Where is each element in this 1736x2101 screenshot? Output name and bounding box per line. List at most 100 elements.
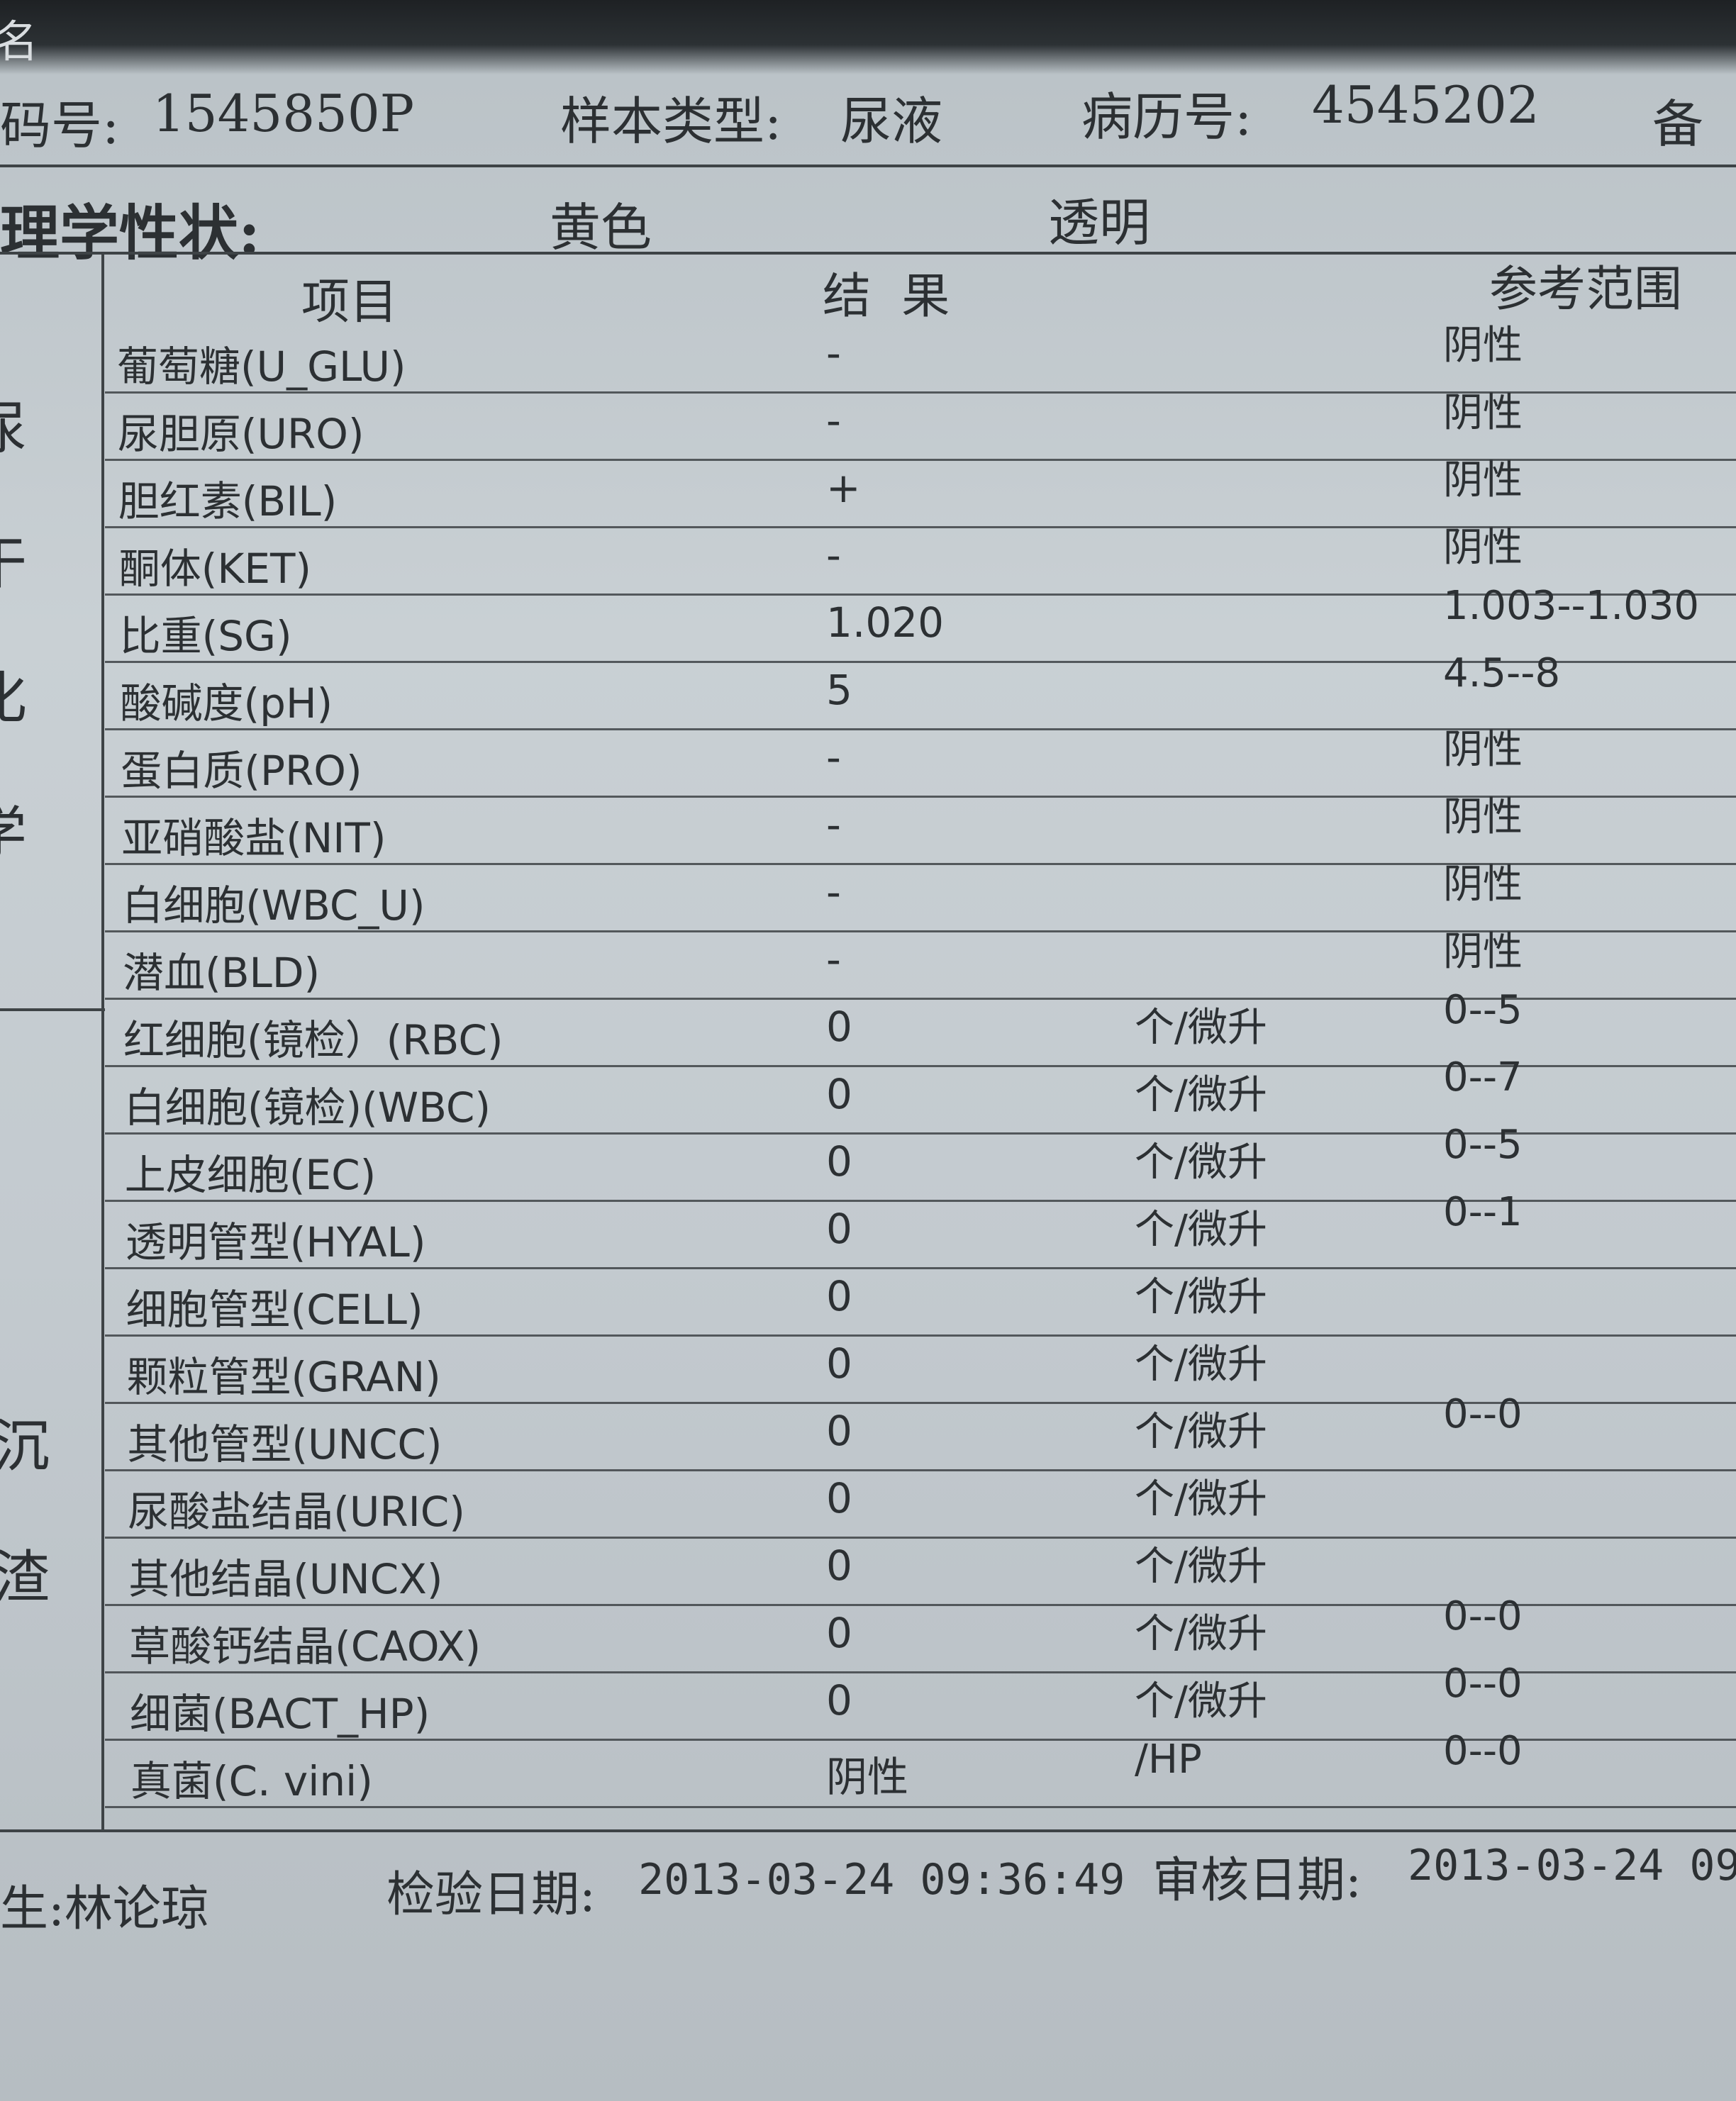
row-item: 上皮细胞(EC) xyxy=(124,1151,377,1199)
row-ref: 阴性 xyxy=(1443,929,1523,975)
top-shadow xyxy=(0,0,1736,74)
row-ref: 0--0 xyxy=(1443,1391,1523,1437)
row-result: + xyxy=(826,464,861,512)
row-result: 0 xyxy=(826,1609,852,1657)
sample-type-value: 尿液 xyxy=(840,91,943,151)
row-ref: 阴性 xyxy=(1443,457,1523,503)
row-unit: 个/微升 xyxy=(1135,1476,1267,1522)
row-unit: 个/微升 xyxy=(1135,1342,1267,1388)
row-item: 酮体(KET) xyxy=(118,545,312,593)
section-sediment-1: 沉 xyxy=(0,1413,50,1479)
row-ref: 0--7 xyxy=(1443,1054,1523,1100)
row-ref: 0--0 xyxy=(1443,1593,1523,1639)
row-item: 白细胞(镜检)(WBC) xyxy=(123,1083,491,1132)
row-ref: 4.5--8 xyxy=(1443,650,1561,696)
row-unit: 个/微升 xyxy=(1135,1139,1267,1186)
row-ref: 阴性 xyxy=(1443,390,1523,436)
physical-color: 黄色 xyxy=(550,198,652,257)
row-item: 颗粒管型(GRAN) xyxy=(126,1353,441,1401)
remark-label: 备 xyxy=(1652,94,1704,154)
row-item: 酸碱度(pH) xyxy=(120,679,333,728)
row-item: 白细胞(WBC_U) xyxy=(122,881,425,930)
col-result-header: 结 果 xyxy=(823,269,950,325)
row-item: 红细胞(镜检）(RBC) xyxy=(123,1016,503,1064)
barcode-label: 码号: xyxy=(0,96,120,155)
row-result: 0 xyxy=(826,1137,852,1186)
row-unit: 个/微升 xyxy=(1135,1274,1267,1320)
row-separator xyxy=(105,1537,1736,1539)
row-result: - xyxy=(826,531,841,579)
row-result: 0 xyxy=(826,1474,852,1522)
row-ref: 阴性 xyxy=(1443,794,1523,840)
row-result: 0 xyxy=(826,1542,852,1590)
row-item: 其他结晶(UNCX) xyxy=(128,1555,443,1603)
row-result: - xyxy=(826,733,841,781)
section-divider xyxy=(0,1008,105,1011)
corner-char: 名 xyxy=(0,16,39,67)
row-item: 胆红素(BIL) xyxy=(118,477,338,525)
section-dry-chem-3: 化 xyxy=(0,652,27,735)
row-result: 0 xyxy=(826,1272,852,1320)
row-ref: 0--1 xyxy=(1443,1189,1523,1235)
row-result: - xyxy=(826,935,841,983)
row-item: 草酸钙结晶(CAOX) xyxy=(129,1622,482,1671)
row-result: 0 xyxy=(826,1003,852,1051)
row-result: 0 xyxy=(826,1407,852,1455)
row-item: 尿胆原(URO) xyxy=(117,410,365,458)
table-left-rule xyxy=(101,252,104,1829)
table-top-rule xyxy=(0,252,1736,255)
row-ref: 0--0 xyxy=(1443,1661,1523,1707)
row-result: - xyxy=(826,801,841,849)
row-ref: 阴性 xyxy=(1443,323,1523,369)
row-result: 5 xyxy=(826,666,852,714)
row-unit: /HP xyxy=(1135,1737,1202,1783)
row-item: 真菌(C. vini) xyxy=(130,1757,373,1805)
record-label: 病历号: xyxy=(1081,87,1252,147)
record-value: 4545202 xyxy=(1312,75,1540,135)
section-sediment-2: 渣 xyxy=(0,1544,50,1610)
row-item: 葡萄糖(U_GLU) xyxy=(117,342,406,391)
section-dry-chem-2: 干 xyxy=(0,518,27,600)
table-bottom-rule xyxy=(0,1829,1736,1832)
row-ref: 0--0 xyxy=(1443,1728,1523,1774)
row-ref: 阴性 xyxy=(1443,727,1523,773)
sample-type-label: 样本类型: xyxy=(560,91,782,151)
row-separator xyxy=(105,1469,1736,1471)
row-item: 潜血(BLD) xyxy=(123,949,321,997)
physical-label: 理学性状: xyxy=(0,198,261,268)
row-unit: 个/微升 xyxy=(1135,1409,1267,1455)
row-unit: 个/微升 xyxy=(1135,1678,1267,1724)
row-result: 0 xyxy=(826,1070,852,1118)
col-item-header: 项目 xyxy=(301,274,399,330)
row-ref: 阴性 xyxy=(1443,525,1523,571)
row-result: 0 xyxy=(826,1676,852,1724)
row-ref: 0--5 xyxy=(1443,987,1523,1033)
row-item: 透明管型(HYAL) xyxy=(125,1218,426,1266)
row-separator xyxy=(105,1334,1736,1337)
col-reference-header: 参考范围 xyxy=(1489,262,1683,318)
row-ref: 1.003--1.030 xyxy=(1443,583,1700,629)
row-ref: 阴性 xyxy=(1443,862,1523,908)
row-separator xyxy=(105,1267,1736,1269)
row-result: 1.020 xyxy=(826,598,945,647)
review-date-label: 审核日期: xyxy=(1152,1853,1362,1909)
row-item: 细菌(BACT_HP) xyxy=(130,1690,430,1738)
physical-clarity: 透明 xyxy=(1048,193,1151,252)
row-item: 尿酸盐结晶(URIC) xyxy=(128,1488,465,1536)
header-rule xyxy=(0,165,1736,167)
row-result: - xyxy=(826,329,841,377)
row-result: - xyxy=(826,396,841,445)
barcode-value: 1545850P xyxy=(152,84,415,143)
row-result: 0 xyxy=(826,1205,852,1253)
row-separator xyxy=(105,1806,1736,1808)
row-item: 比重(SG) xyxy=(119,612,292,660)
lab-report-sheet: 名 码号: 1545850P 样本类型: 尿液 病历号: 4545202 备 理… xyxy=(0,0,1736,2101)
row-unit: 个/微升 xyxy=(1135,1207,1267,1253)
row-unit: 个/微升 xyxy=(1135,1072,1267,1118)
section-dry-chem-1: 尿 xyxy=(0,383,27,465)
row-result: 0 xyxy=(826,1339,852,1388)
test-date-value: 2013-03-24 09:36:49 xyxy=(638,1855,1125,1905)
row-result: - xyxy=(826,868,841,916)
doctor-name: 生:林论琼 xyxy=(0,1881,209,1937)
row-item: 亚硝酸盐(NIT) xyxy=(121,814,386,862)
